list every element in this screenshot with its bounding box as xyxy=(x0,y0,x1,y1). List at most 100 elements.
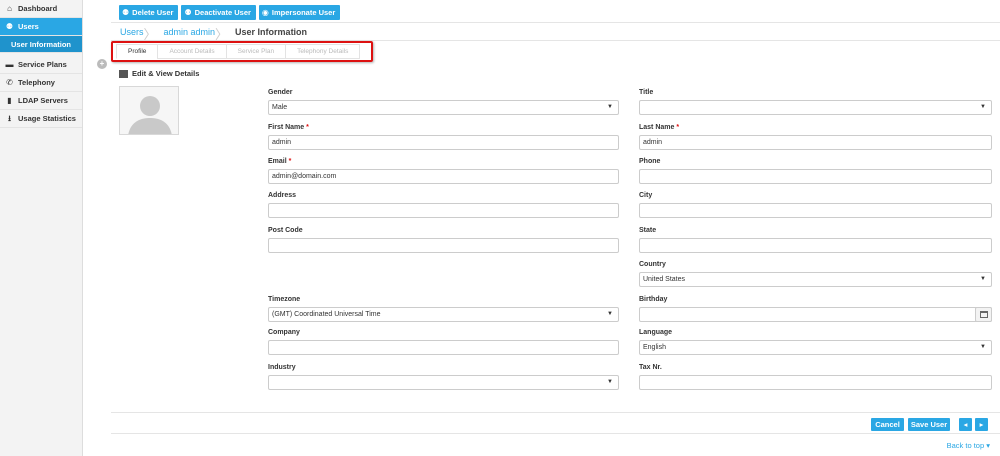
country-field: Country United States ▼ xyxy=(639,261,992,287)
language-select[interactable]: English ▼ xyxy=(639,340,992,355)
impersonate-user-label: Impersonate User xyxy=(271,8,336,17)
previous-button[interactable]: ◂ xyxy=(959,418,972,431)
user-lock-icon: ⚉ xyxy=(184,8,192,17)
birthday-input[interactable] xyxy=(639,307,992,322)
section-heading: Edit & View Details xyxy=(119,69,199,78)
cancel-button[interactable]: Cancel xyxy=(871,418,904,431)
industry-select[interactable]: ▼ xyxy=(268,375,619,390)
chevron-right-icon: ▸ xyxy=(979,420,984,429)
download-icon: ⭳ xyxy=(8,114,11,123)
sidebar-item-label: Users xyxy=(18,22,39,31)
company-label: Company xyxy=(268,329,300,336)
country-label: Country xyxy=(639,261,666,268)
sidebar: ⌂ Dashboard ⚉ Users User Information ▬ Serv… xyxy=(0,0,83,456)
tab-telephony-details[interactable]: Telephony Details xyxy=(285,44,361,59)
user-circle-icon: ◉ xyxy=(261,8,269,17)
first-name-label-text: First Name xyxy=(268,124,305,131)
chevron-down-icon: ▼ xyxy=(607,379,613,385)
industry-field: Industry ▼ xyxy=(268,364,619,390)
timezone-select[interactable]: (GMT) Coordinated Universal Time ▼ xyxy=(268,307,619,322)
tax-nr-field: Tax Nr. xyxy=(639,364,992,390)
title-field: Title ▼ xyxy=(639,89,992,115)
tabs-highlight: Profile Account Details Service Plan Tel… xyxy=(111,41,373,62)
sidebar-item-dashboard[interactable]: ⌂ Dashboard xyxy=(0,0,82,18)
company-input[interactable] xyxy=(268,340,619,355)
gender-label: Gender xyxy=(268,89,293,96)
sidebar-item-users[interactable]: ⚉ Users xyxy=(0,18,82,36)
sidebar-collapse-button[interactable]: + xyxy=(97,59,107,69)
breadcrumb: Users 〉 admin admin 〉 User Information xyxy=(111,22,1000,42)
tab-profile[interactable]: Profile xyxy=(116,44,159,59)
calendar-icon xyxy=(980,311,988,318)
last-name-input[interactable]: admin xyxy=(639,135,992,150)
chevron-down-icon: ▼ xyxy=(980,276,986,282)
avatar[interactable] xyxy=(119,86,179,135)
sidebar-item-service-plans[interactable]: ▬ Service Plans xyxy=(0,56,82,74)
home-icon: ⌂ xyxy=(7,4,12,13)
phone-label: Phone xyxy=(639,158,661,165)
title-select[interactable]: ▼ xyxy=(639,100,992,115)
user-minus-icon: ⚉ xyxy=(122,8,130,17)
save-user-button[interactable]: Save User xyxy=(908,418,950,431)
chevron-left-icon: ◂ xyxy=(963,420,968,429)
back-to-top-link[interactable]: Back to top ▾ xyxy=(947,441,990,450)
language-value: English xyxy=(643,344,666,351)
birthday-label: Birthday xyxy=(639,296,668,303)
breadcrumb-user-name-label: admin admin xyxy=(163,26,216,37)
chevron-down-icon: ▼ xyxy=(607,311,613,317)
tax-nr-label: Tax Nr. xyxy=(639,364,662,371)
sidebar-item-label: Telephony xyxy=(18,78,55,87)
language-label: Language xyxy=(639,329,673,336)
company-field: Company xyxy=(268,329,619,355)
post-code-input[interactable] xyxy=(268,238,619,253)
toolbar: ⚉ Delete User ⚉ Deactivate User ◉ Impersona… xyxy=(119,5,341,20)
form-footer: Cancel Save User ◂ ▸ xyxy=(111,412,1000,434)
breadcrumb-user-name[interactable]: admin admin 〉 xyxy=(155,26,229,42)
gender-select[interactable]: Male ▼ xyxy=(268,100,619,115)
address-field: Address xyxy=(268,192,619,218)
deactivate-user-label: Deactivate User xyxy=(194,8,251,17)
country-select[interactable]: United States ▼ xyxy=(639,272,992,287)
impersonate-user-button[interactable]: ◉ Impersonate User xyxy=(258,5,341,20)
last-name-label-text: Last Name xyxy=(639,124,675,131)
breadcrumb-current: User Information xyxy=(235,26,308,37)
required-marker: * xyxy=(676,124,680,131)
tab-account-details[interactable]: Account Details xyxy=(157,44,227,59)
chevron-down-icon: ▼ xyxy=(980,104,986,110)
last-name-label: Last Name * xyxy=(639,124,992,135)
address-input[interactable] xyxy=(268,203,619,218)
timezone-field: Timezone (GMT) Coordinated Universal Tim… xyxy=(268,296,619,322)
post-code-field: Post Code xyxy=(268,227,619,253)
sidebar-item-usage-statistics[interactable]: ⭳ Usage Statistics xyxy=(0,110,82,128)
required-marker: * xyxy=(288,158,292,165)
city-field: City xyxy=(639,192,992,218)
users-icon: ⚉ xyxy=(5,22,14,31)
calendar-button[interactable] xyxy=(975,307,992,322)
last-name-field: Last Name * admin xyxy=(639,124,992,150)
delete-user-button[interactable]: ⚉ Delete User xyxy=(119,5,179,20)
gender-field: Gender Male ▼ xyxy=(268,89,619,115)
city-input[interactable] xyxy=(639,203,992,218)
delete-user-label: Delete User xyxy=(132,8,174,17)
breadcrumb-users[interactable]: Users 〉 xyxy=(111,26,157,42)
chevron-down-icon: ▼ xyxy=(607,104,613,110)
tax-nr-input[interactable] xyxy=(639,375,992,390)
next-button[interactable]: ▸ xyxy=(975,418,988,431)
chevron-down-icon: ▼ xyxy=(980,344,986,350)
email-input[interactable]: admin@domain.com xyxy=(268,169,619,184)
language-field: Language English ▼ xyxy=(639,329,992,355)
tab-service-plan[interactable]: Service Plan xyxy=(225,44,287,59)
sidebar-item-user-information[interactable]: User Information xyxy=(0,36,82,53)
phone-input[interactable] xyxy=(639,169,992,184)
required-marker: * xyxy=(306,124,309,131)
sidebar-item-label: LDAP Servers xyxy=(18,96,68,105)
sidebar-item-telephony[interactable]: ✆ Telephony xyxy=(0,74,82,92)
state-input[interactable] xyxy=(639,238,992,253)
sidebar-item-ldap-servers[interactable]: ▮ LDAP Servers xyxy=(0,92,82,110)
breadcrumb-users-label: Users xyxy=(120,26,144,37)
phone-field: Phone xyxy=(639,158,992,184)
first-name-input[interactable]: admin xyxy=(268,135,619,150)
first-name-field: First Name * admin xyxy=(268,124,619,150)
deactivate-user-button[interactable]: ⚉ Deactivate User xyxy=(181,5,256,20)
sidebar-item-label: Service Plans xyxy=(18,60,67,69)
